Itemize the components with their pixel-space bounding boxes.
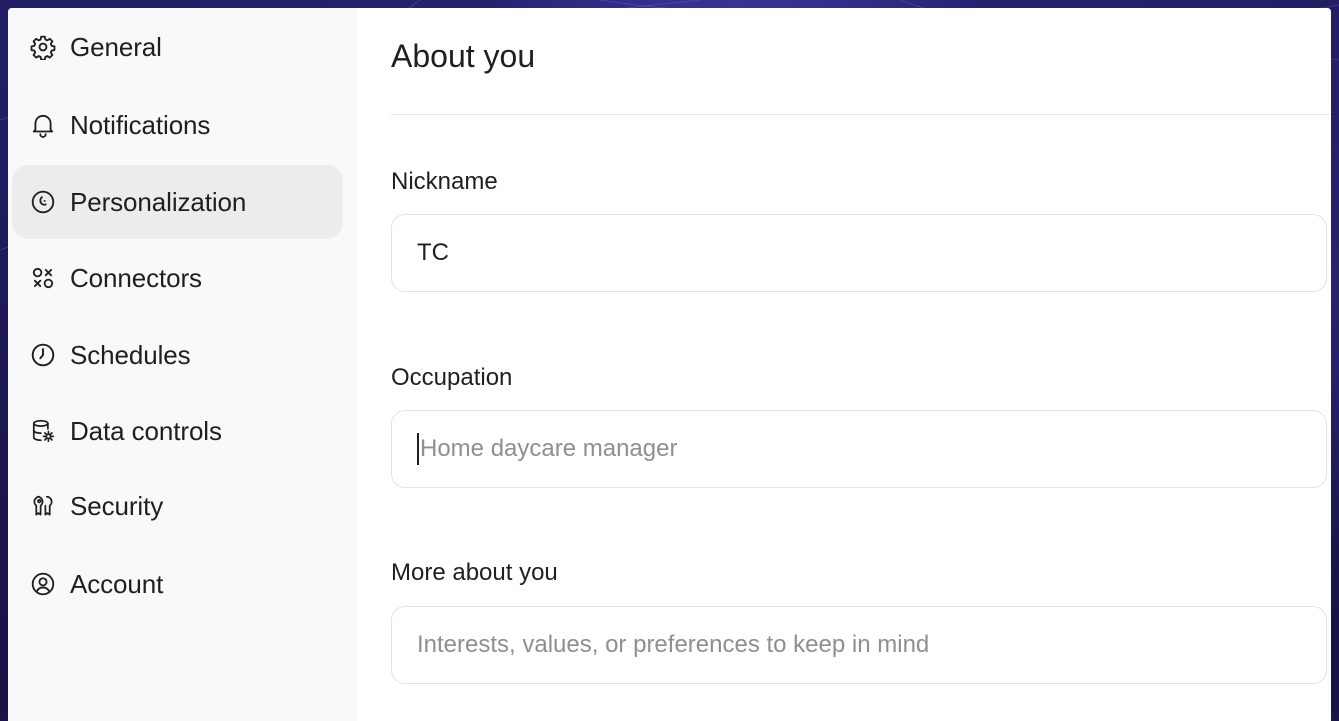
sidebar-item-label: Account (70, 568, 164, 599)
sidebar-item-personalization[interactable]: Personalization (12, 165, 343, 239)
sidebar-item-label: General (70, 31, 162, 62)
sidebar-item-label: Security (70, 490, 164, 521)
sidebar-item-connectors[interactable]: Connectors (12, 241, 343, 315)
sidebar-item-data-controls[interactable]: Data controls (12, 394, 343, 468)
text-cursor (417, 433, 419, 465)
occupation-label: Occupation (391, 364, 513, 391)
settings-sidebar: General Notifications Personalization Co… (8, 8, 358, 721)
more-about-you-placeholder: Interests, values, or preferences to kee… (417, 631, 930, 658)
sidebar-item-general[interactable]: General (12, 10, 343, 84)
nickname-field[interactable]: TC (391, 214, 1327, 292)
sidebar-item-security[interactable]: Security (12, 469, 343, 543)
sidebar-item-label: Schedules (70, 339, 191, 370)
more-about-you-field[interactable]: Interests, values, or preferences to kee… (391, 606, 1327, 684)
nickname-label: Nickname (391, 168, 498, 195)
connectors-icon (30, 265, 56, 291)
clock-icon (30, 342, 56, 368)
personalization-icon (30, 189, 56, 215)
title-divider (391, 114, 1331, 115)
sidebar-item-notifications[interactable]: Notifications (12, 88, 343, 162)
sidebar-item-label: Personalization (70, 186, 247, 217)
sidebar-item-label: Notifications (70, 109, 211, 140)
gear-icon (30, 34, 56, 60)
sidebar-item-account[interactable]: Account (12, 547, 343, 621)
sidebar-item-label: Connectors (70, 262, 202, 293)
occupation-placeholder: Home daycare manager (420, 435, 678, 462)
database-gear-icon (30, 418, 56, 444)
bell-icon (30, 112, 56, 138)
page-title: About you (391, 38, 536, 74)
occupation-field[interactable]: Home daycare manager (391, 410, 1327, 488)
settings-panel: General Notifications Personalization Co… (8, 8, 1331, 721)
nickname-value: TC (417, 239, 449, 266)
shield-key-icon (30, 493, 56, 519)
account-icon (30, 571, 56, 597)
sidebar-item-schedules[interactable]: Schedules (12, 318, 343, 392)
sidebar-item-label: Data controls (70, 415, 222, 446)
settings-content: About you Nickname TC Occupation Home da… (357, 8, 1331, 721)
more-about-you-label: More about you (391, 559, 558, 586)
